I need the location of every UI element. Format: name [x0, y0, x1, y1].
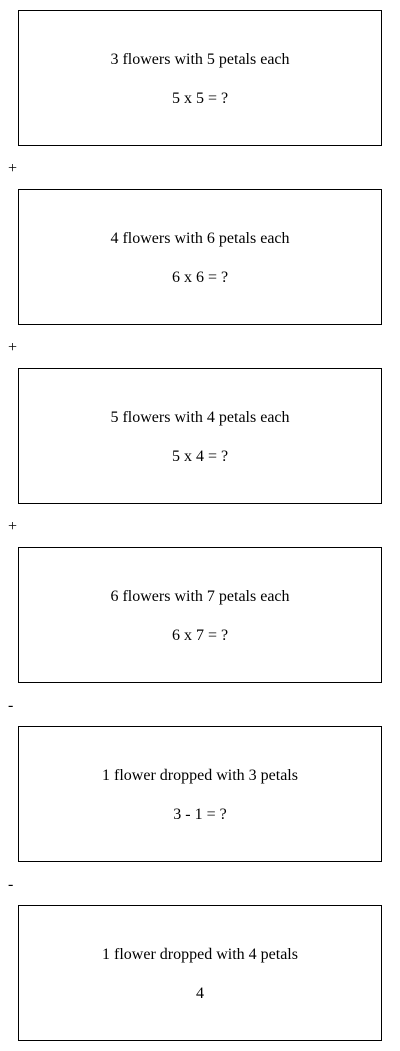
- problem-description: 1 flower dropped with 3 petals: [102, 767, 298, 784]
- problem-description: 4 flowers with 6 petals each: [110, 230, 290, 247]
- problem-description: 5 flowers with 4 petals each: [110, 409, 290, 426]
- problem-expression: 3 - 1 = ?: [173, 806, 227, 823]
- operator-sign: -: [8, 697, 14, 714]
- problem-expression: 5 x 4 = ?: [171, 448, 229, 465]
- problem-card: 5 flowers with 4 petals each 5 x 4 = ?: [18, 368, 382, 504]
- problem-card: 1 flower dropped with 3 petals 3 - 1 = ?: [18, 726, 382, 862]
- problem-card: 4 flowers with 6 petals each 6 x 6 = ?: [18, 189, 382, 325]
- problem-expression: 6 x 6 = ?: [171, 269, 229, 286]
- problem-description: 3 flowers with 5 petals each: [110, 51, 290, 68]
- operator-sign: +: [8, 160, 18, 177]
- problem-card: 3 flowers with 5 petals each 5 x 5 = ?: [18, 10, 382, 146]
- problem-stack: 3 flowers with 5 petals each 5 x 5 = ? +…: [0, 10, 400, 1041]
- problem-expression: 4: [196, 985, 204, 1002]
- operator-sign: +: [8, 518, 18, 535]
- problem-card: 1 flower dropped with 4 petals 4: [18, 905, 382, 1041]
- problem-expression: 6 x 7 = ?: [171, 627, 229, 644]
- operator-sign: -: [8, 876, 14, 893]
- problem-description: 6 flowers with 7 petals each: [110, 588, 290, 605]
- problem-description: 1 flower dropped with 4 petals: [102, 946, 298, 963]
- operator-sign: +: [8, 339, 18, 356]
- problem-card: 6 flowers with 7 petals each 6 x 7 = ?: [18, 547, 382, 683]
- problem-expression: 5 x 5 = ?: [171, 90, 229, 107]
